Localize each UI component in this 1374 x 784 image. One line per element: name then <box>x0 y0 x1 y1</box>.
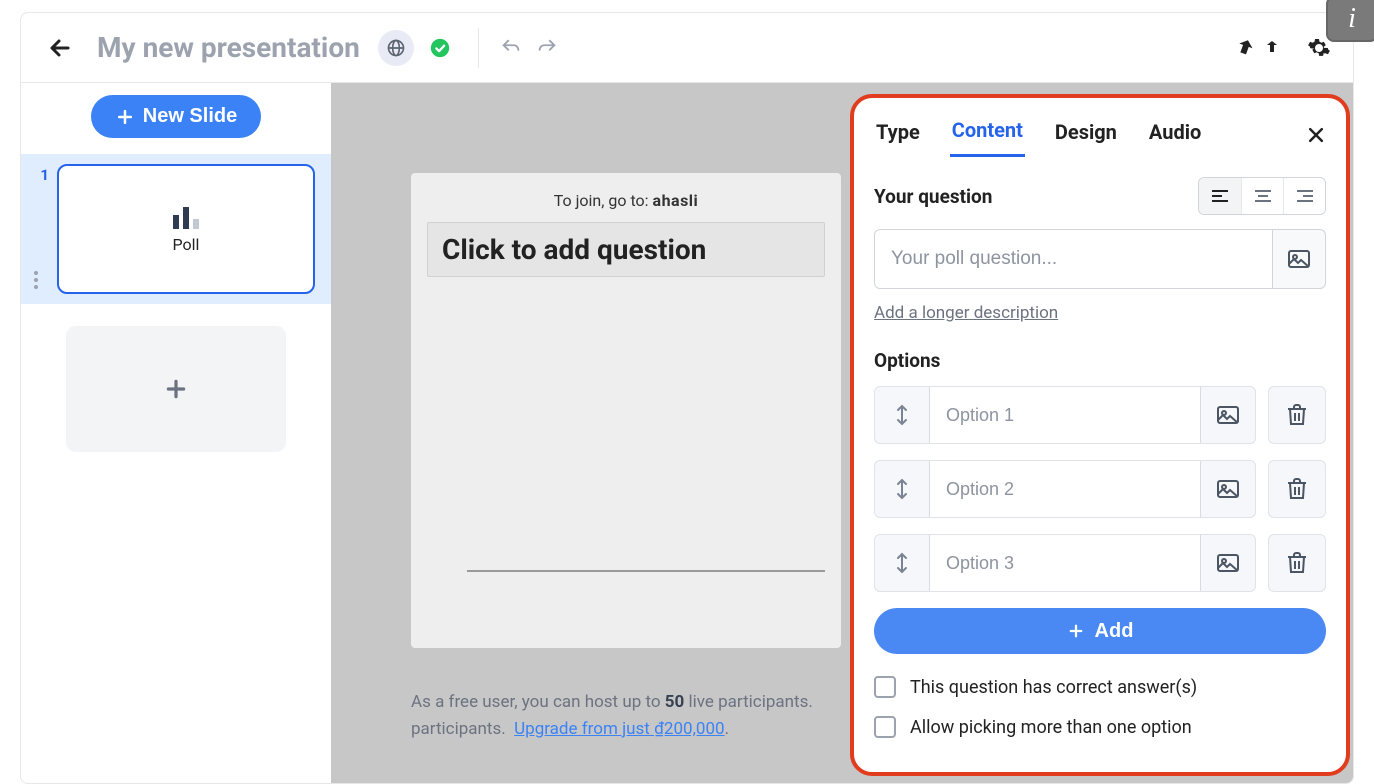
undo-button[interactable] <box>499 36 523 60</box>
join-prefix: To join, go to: <box>554 191 653 210</box>
footer-post: live participants. <box>684 692 813 712</box>
option-drag-handle[interactable] <box>875 535 929 591</box>
slide-canvas: To join, go to: ahasli Click to add ques… <box>411 173 841 648</box>
question-section-label: Your question <box>874 185 992 208</box>
image-icon <box>1217 480 1239 498</box>
footer-period: . <box>725 719 729 739</box>
redo-button[interactable] <box>535 36 559 60</box>
arrow-left-icon <box>48 36 72 60</box>
free-plan-notice: As a free user, you can host up to 50 li… <box>411 689 813 743</box>
new-slide-label: New Slide <box>143 105 237 128</box>
image-icon <box>1217 554 1239 572</box>
chart-baseline <box>467 570 825 572</box>
align-left-button[interactable] <box>1199 178 1241 214</box>
multi-pick-checkbox[interactable] <box>874 716 896 738</box>
add-option-label: Add <box>1095 620 1134 643</box>
text-align-group <box>1198 177 1326 215</box>
dots-vertical-icon <box>33 270 39 290</box>
slide-thumbnail-row[interactable]: 1 Poll <box>21 154 331 304</box>
correct-answer-checkbox[interactable] <box>874 676 896 698</box>
option-image-button[interactable] <box>1201 461 1255 517</box>
tab-design[interactable]: Design <box>1053 114 1119 156</box>
drag-vertical-icon <box>895 552 909 574</box>
option-delete-button[interactable] <box>1268 386 1326 444</box>
export-icon <box>1259 36 1283 60</box>
option-delete-button[interactable] <box>1268 534 1326 592</box>
trash-icon <box>1287 552 1307 574</box>
option-input[interactable] <box>929 535 1201 591</box>
info-badge[interactable]: i <box>1326 0 1374 42</box>
add-slide-tile[interactable] <box>66 326 286 452</box>
option-row <box>874 460 1326 518</box>
option-input[interactable] <box>929 461 1201 517</box>
plus-icon <box>115 107 135 127</box>
footer-limit: 50 <box>665 692 685 712</box>
plus-icon <box>163 376 189 402</box>
share-button-real[interactable] <box>1257 34 1285 62</box>
align-right-icon <box>1296 189 1314 203</box>
plus-icon <box>1067 622 1085 640</box>
join-domain: ahasli <box>653 191 699 210</box>
option-drag-handle[interactable] <box>875 461 929 517</box>
question-placeholder-block[interactable]: Click to add question <box>427 222 825 277</box>
align-center-button[interactable] <box>1241 178 1283 214</box>
align-left-icon <box>1211 189 1229 203</box>
option-delete-button[interactable] <box>1268 460 1326 518</box>
tab-content[interactable]: Content <box>950 112 1025 157</box>
slides-sidebar: New Slide 1 Poll <box>21 83 331 783</box>
options-section-label: Options <box>874 349 1326 372</box>
add-option-button[interactable]: Add <box>874 608 1326 654</box>
redo-icon <box>536 37 558 59</box>
question-input[interactable] <box>874 229 1272 289</box>
check-circle-icon <box>429 37 451 59</box>
poll-icon <box>171 205 201 231</box>
slide-thumbnail[interactable]: Poll <box>57 164 315 294</box>
image-icon <box>1288 250 1310 268</box>
align-center-icon <box>1254 189 1272 203</box>
tab-type[interactable]: Type <box>874 114 922 156</box>
option-input[interactable] <box>929 387 1201 443</box>
upgrade-link[interactable]: Upgrade from just ₫200,000 <box>514 719 724 739</box>
close-icon <box>1306 125 1326 145</box>
drag-vertical-icon <box>895 404 909 426</box>
question-image-button[interactable] <box>1272 229 1326 289</box>
option-row <box>874 534 1326 592</box>
visibility-button[interactable] <box>378 30 414 66</box>
globe-icon <box>386 38 406 58</box>
option-drag-handle[interactable] <box>875 387 929 443</box>
option-row <box>874 386 1326 444</box>
footer-participants-suffix: participants. <box>411 719 514 739</box>
share-button[interactable] <box>1229 34 1257 62</box>
slide-settings-panel: Type Content Design Audio Your question … <box>850 94 1350 776</box>
correct-answer-label: This question has correct answer(s) <box>910 677 1197 698</box>
join-instruction: To join, go to: ahasli <box>427 189 825 210</box>
drag-vertical-icon <box>895 478 909 500</box>
trash-icon <box>1287 478 1307 500</box>
align-right-button[interactable] <box>1283 178 1325 214</box>
upgrade-text: Upgrade from just <box>514 719 654 739</box>
image-icon <box>1217 406 1239 424</box>
close-panel-button[interactable] <box>1306 125 1326 145</box>
footer-pre: As a free user, you can host up to <box>411 692 665 712</box>
divider <box>478 28 479 68</box>
back-button[interactable] <box>41 29 79 67</box>
presentation-title[interactable]: My new presentation <box>97 31 360 64</box>
saved-indicator <box>422 30 458 66</box>
new-slide-button[interactable]: New Slide <box>91 95 261 138</box>
slide-menu-button[interactable] <box>33 270 39 290</box>
undo-icon <box>500 37 522 59</box>
option-image-button[interactable] <box>1201 535 1255 591</box>
option-image-button[interactable] <box>1201 387 1255 443</box>
tab-audio[interactable]: Audio <box>1147 114 1203 156</box>
upgrade-price: ₫200,000 <box>654 719 725 739</box>
slide-type-label: Poll <box>173 235 200 254</box>
add-description-link[interactable]: Add a longer description <box>874 303 1058 323</box>
multi-pick-label: Allow picking more than one option <box>910 717 1192 738</box>
trash-icon <box>1287 404 1307 426</box>
slide-number: 1 <box>31 166 49 184</box>
